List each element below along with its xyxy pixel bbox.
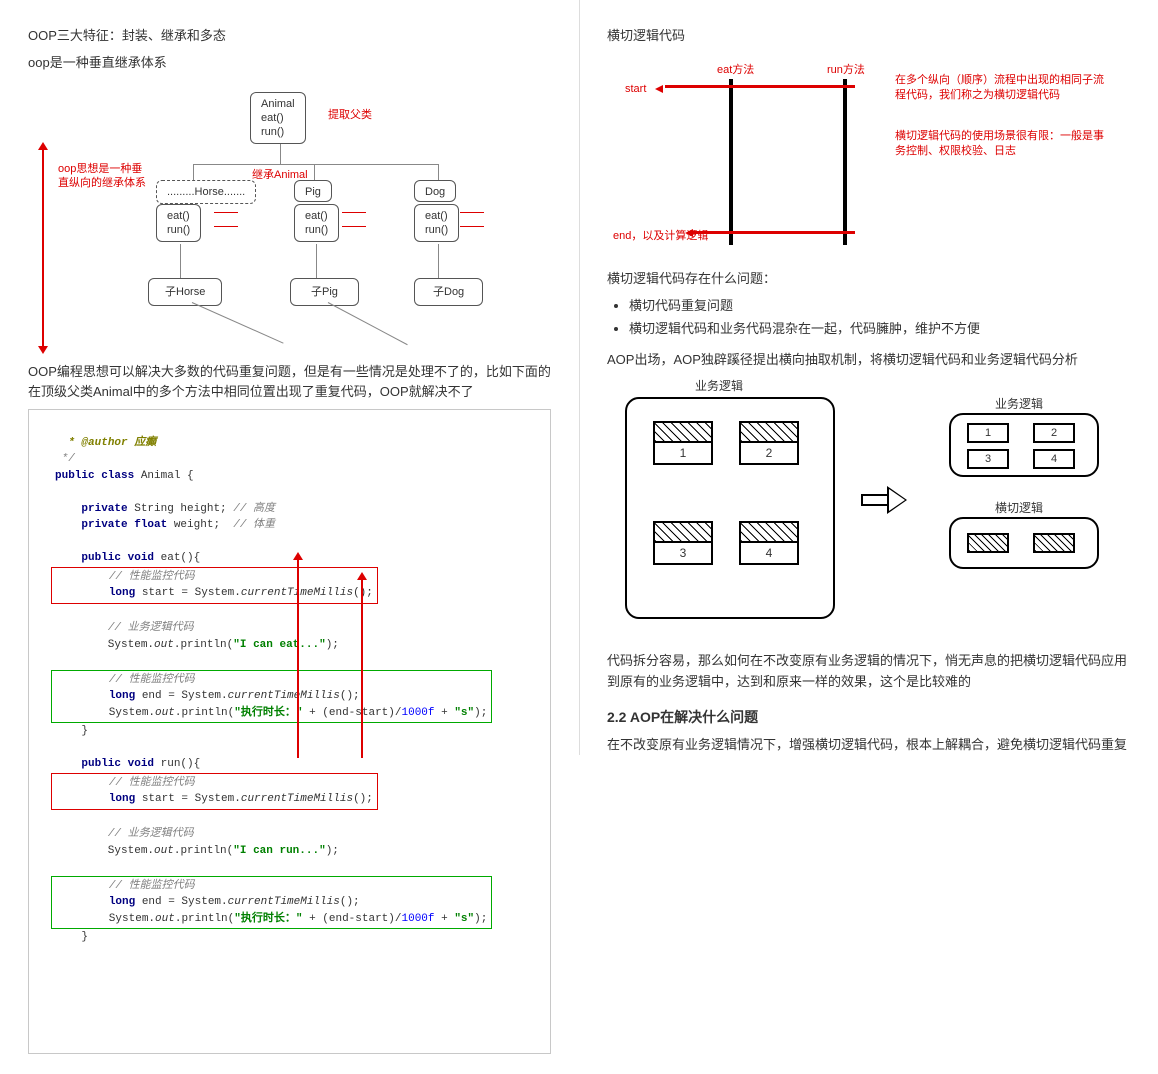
line: [438, 164, 439, 180]
arrow: [214, 226, 238, 227]
mini-4: 4: [1033, 449, 1075, 469]
hbar: [693, 231, 855, 234]
eat-method-label: eat方法: [717, 61, 754, 77]
horse-name: .........Horse.......: [167, 185, 245, 199]
mini-h1: [967, 533, 1009, 553]
vbar: [729, 79, 733, 245]
arrow-left-icon: [655, 85, 663, 93]
cell-3: 3: [653, 521, 713, 565]
cross-title: 横切逻辑: [995, 499, 1043, 516]
sub-dog: 子Dog: [414, 278, 483, 306]
crosscut-note2: 横切逻辑代码的使用场景很有限：一般是事务控制、权限校验、日志: [895, 129, 1105, 160]
sub-pig: 子Pig: [290, 278, 359, 306]
crosscut-diagram: eat方法 run方法 start end，以及计算逻辑 在多个纵向（顺序）流程…: [607, 55, 1127, 255]
red-arrow: [361, 578, 363, 758]
hbar: [665, 85, 855, 88]
animal-eat: eat(): [261, 111, 295, 125]
arrowhead-icon: [293, 552, 303, 560]
line: [438, 244, 439, 278]
last-para: 在不改变原有业务逻辑情况下，增强横切逻辑代码，根本上解耦合，避免横切逻辑代码重复: [607, 735, 1130, 756]
dog-methods: eat() run(): [414, 204, 459, 243]
arrow: [214, 212, 238, 213]
line: [314, 164, 315, 180]
vbar: [843, 79, 847, 245]
cell-2: 2: [739, 421, 799, 465]
mini-h2: [1033, 533, 1075, 553]
animal-run: run(): [261, 125, 295, 139]
pig-name-box: Pig: [294, 180, 332, 202]
sub-horse: 子Horse: [148, 278, 222, 306]
animal-box: Animal eat() run(): [250, 92, 306, 145]
dog-run: run(): [425, 223, 448, 237]
vertical-arrow-icon: [42, 148, 44, 348]
crosscut-problem-head: 横切逻辑代码存在什么问题：: [607, 269, 1130, 290]
pig-eat: eat(): [305, 209, 328, 223]
run-method-label: run方法: [827, 61, 865, 77]
horse-run: run(): [167, 223, 190, 237]
arrow: [342, 212, 366, 213]
arrowhead-icon: [357, 572, 367, 580]
aop-split-diagram: 业务逻辑 1 2 3 4 业务逻辑 1 2 3 4 横切逻辑: [607, 377, 1127, 637]
left-column: OOP三大特征：封装、继承和多态 oop是一种垂直继承体系 oop思想是一种垂直…: [0, 0, 579, 1074]
line: [193, 164, 194, 180]
arrow: [342, 226, 366, 227]
dog-eat: eat(): [425, 209, 448, 223]
horse-methods: eat() run(): [156, 204, 201, 243]
mini-3: 3: [967, 449, 1009, 469]
oop-vertical: oop是一种垂直继承体系: [28, 53, 551, 74]
aop-intro: AOP出场，AOP独辟蹊径提出横向抽取机制，将横切逻辑代码和业务逻辑代码分析: [607, 350, 1130, 371]
cell-4: 4: [739, 521, 799, 565]
pig-run: run(): [305, 223, 328, 237]
line: [316, 244, 317, 278]
animal-name: Animal: [261, 97, 295, 111]
problem-list: 横切代码重复问题 横切逻辑代码和业务代码混杂在一起，代码臃肿，维护不方便: [629, 296, 1130, 341]
oop-features: OOP三大特征：封装、继承和多态: [28, 26, 551, 47]
extract-label: 提取父类: [328, 106, 372, 122]
end-label: end，以及计算逻辑: [613, 227, 708, 243]
right-column: 横切逻辑代码 eat方法 run方法 start end，以及计算逻辑 在多个纵…: [579, 0, 1158, 1074]
dog-name-box: Dog: [414, 180, 456, 202]
code-block: * @author 应癲 */ public class Animal { pr…: [28, 409, 551, 1054]
horse-box: .........Horse.......: [156, 180, 256, 204]
start-label: start: [625, 83, 646, 95]
horse-eat: eat(): [167, 209, 190, 223]
line: [192, 302, 284, 344]
arrow: [460, 212, 484, 213]
line: [328, 302, 408, 345]
side-label: oop思想是一种垂直纵向的继承体系: [58, 162, 148, 191]
crosscut-title: 横切逻辑代码: [607, 26, 1130, 47]
pig-name: Pig: [305, 185, 321, 199]
biz-title-left: 业务逻辑: [695, 377, 743, 394]
section-2-2: 2.2 AOP在解决什么问题: [607, 707, 1130, 727]
crosscut-note1: 在多个纵向（顺序）流程中出现的相同子流程代码，我们称之为横切逻辑代码: [895, 73, 1105, 104]
split-para: 代码拆分容易，那么如何在不改变原有业务逻辑的情况下，悄无声息的把横切逻辑代码应用…: [607, 651, 1130, 693]
outline-arrow-icon: [861, 487, 909, 513]
list-item: 横切逻辑代码和业务代码混杂在一起，代码臃肿，维护不方便: [629, 319, 1130, 340]
inheritance-diagram: oop思想是一种垂直纵向的继承体系 Animal eat() run() 提取父…: [28, 88, 548, 348]
biz-title-right: 业务逻辑: [995, 395, 1043, 412]
line: [193, 164, 439, 165]
mini-2: 2: [1033, 423, 1075, 443]
line: [180, 244, 181, 278]
pig-methods: eat() run(): [294, 204, 339, 243]
cell-1: 1: [653, 421, 713, 465]
mini-1: 1: [967, 423, 1009, 443]
oop-problem-para: OOP编程思想可以解决大多数的代码重复问题，但是有一些情况是处理不了的，比如下面…: [28, 362, 551, 404]
arrow: [460, 226, 484, 227]
red-arrow: [297, 558, 299, 758]
dog-name: Dog: [425, 185, 445, 199]
list-item: 横切代码重复问题: [629, 296, 1130, 317]
line: [280, 144, 281, 164]
